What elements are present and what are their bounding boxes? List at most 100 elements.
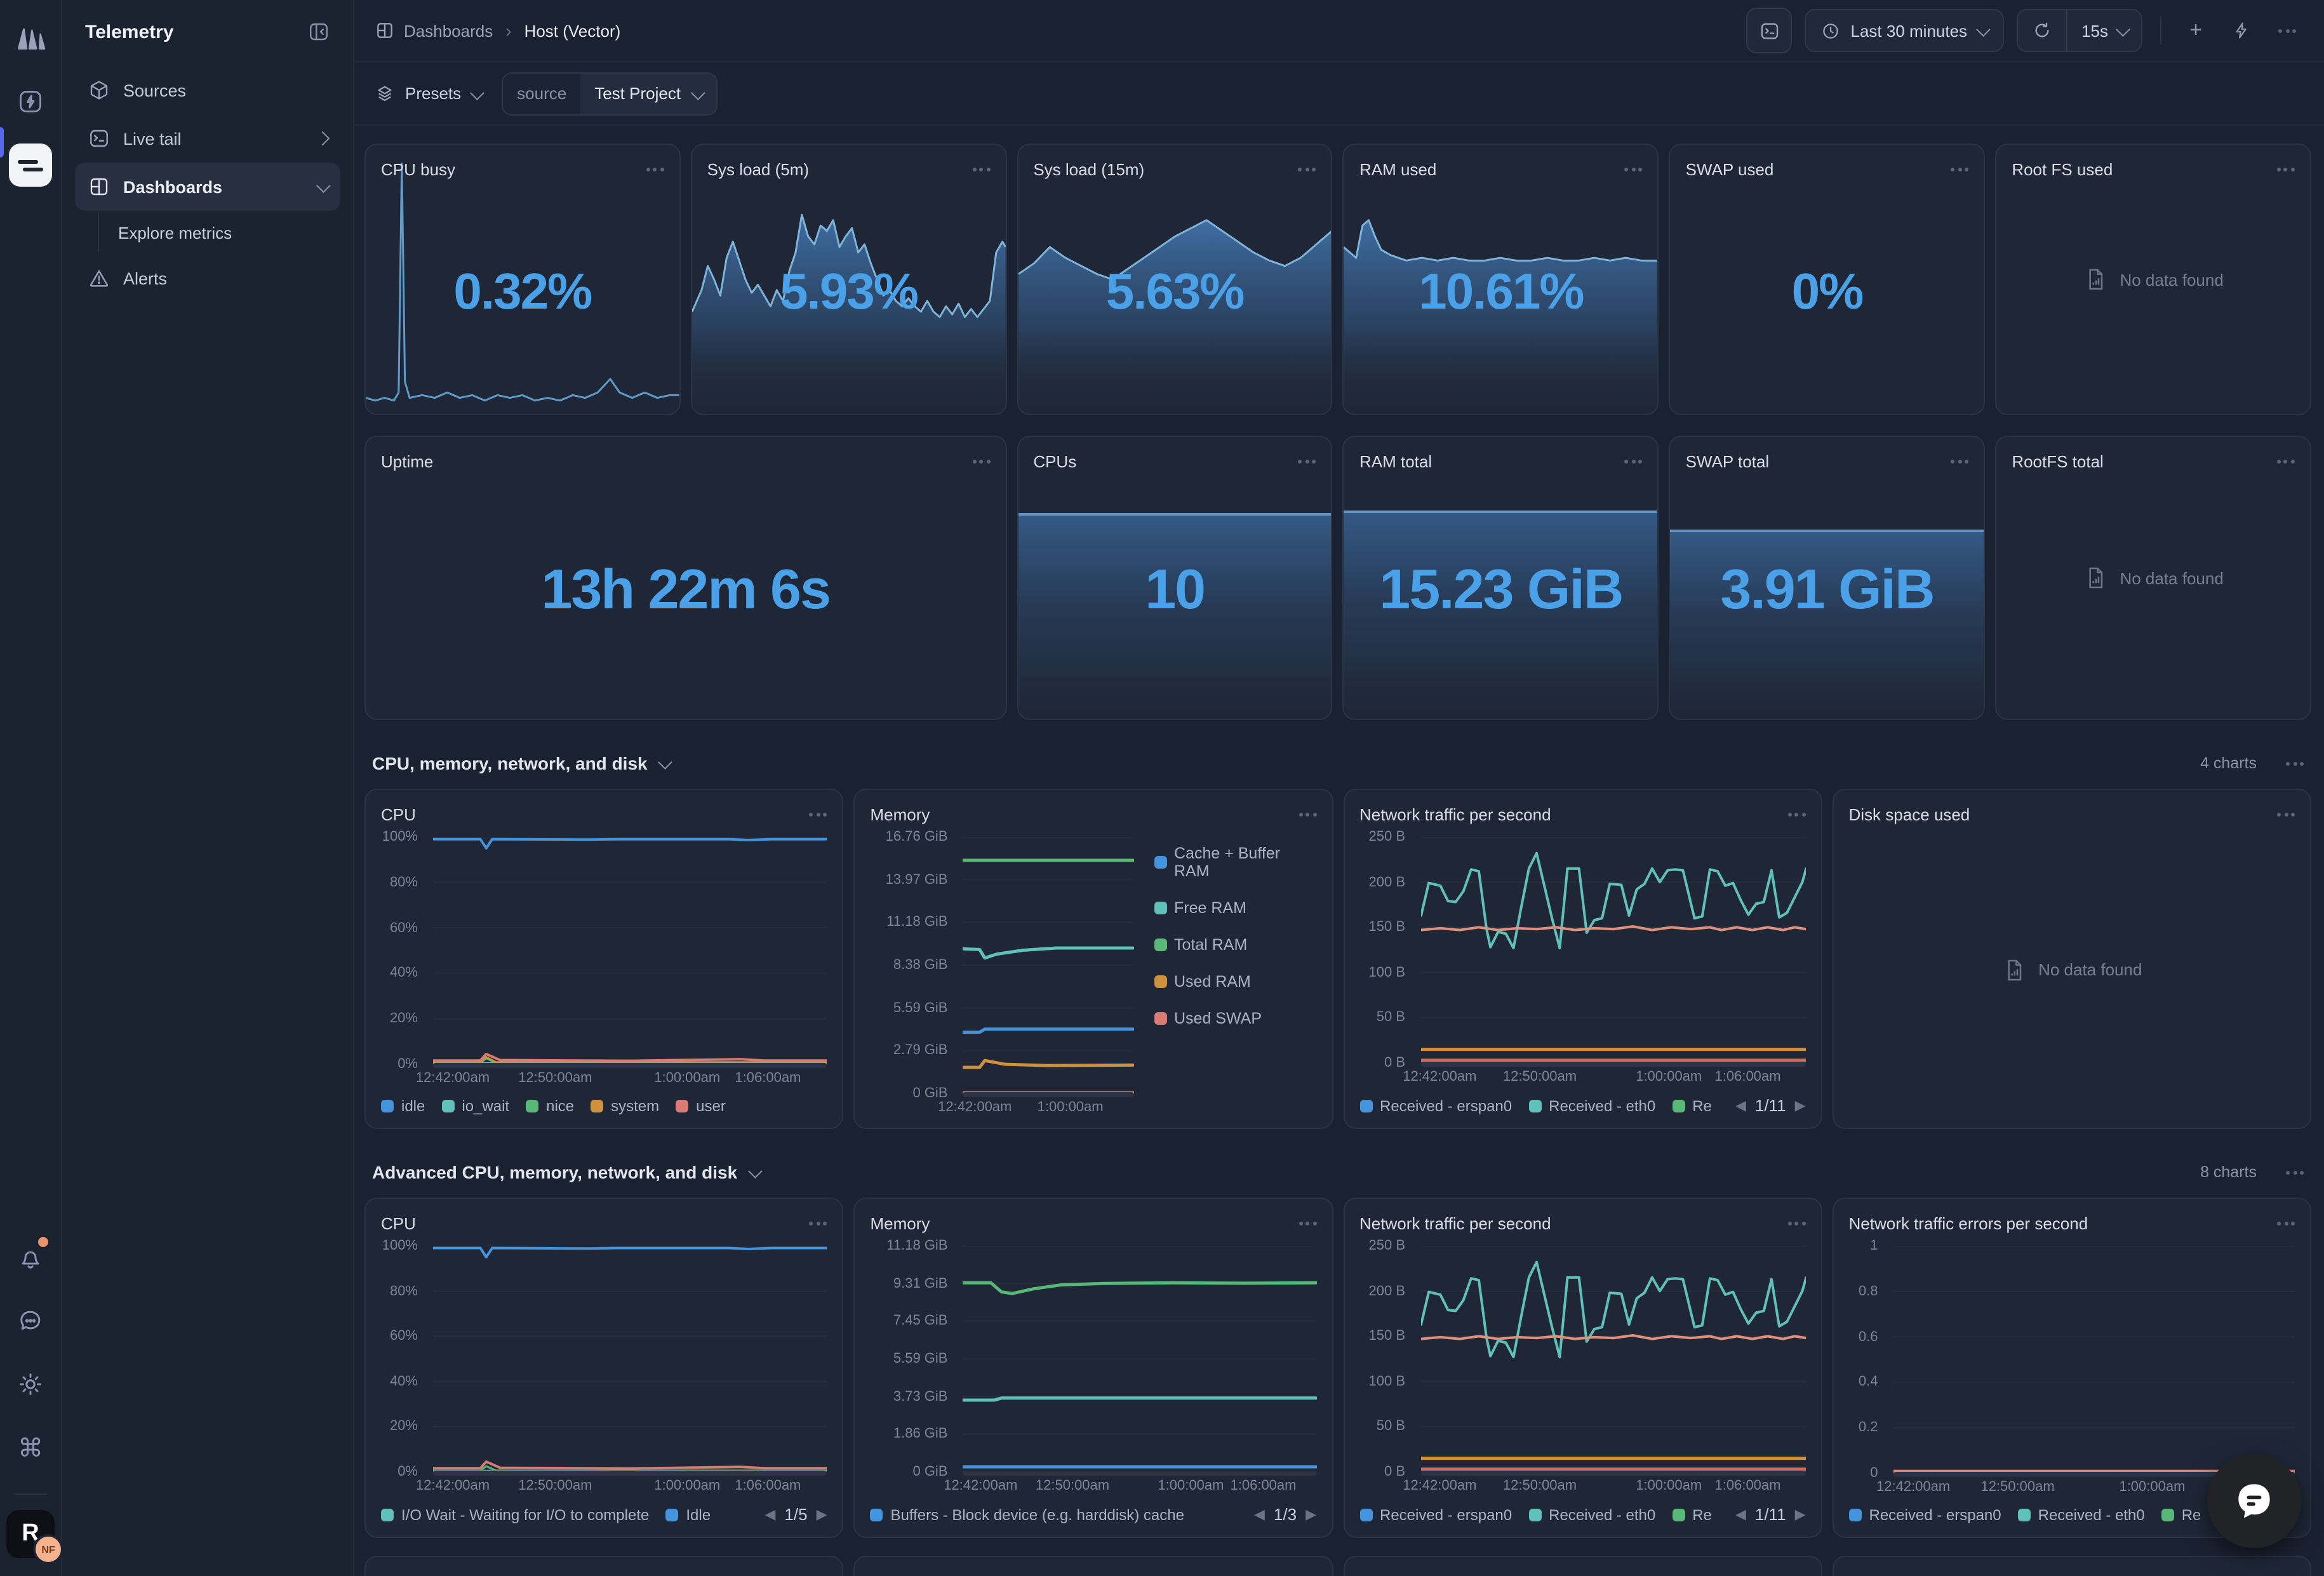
sidebar-collapse-icon[interactable] [307, 20, 330, 43]
legend-item[interactable]: user [676, 1097, 726, 1115]
plot-area[interactable] [1420, 837, 1806, 1063]
legend-item[interactable]: Re [2161, 1506, 2201, 1524]
legend-item[interactable]: Received - eth0 [1528, 1097, 1655, 1114]
legend-pager[interactable]: ◀1/11▶ [1735, 1505, 1806, 1524]
legend-item[interactable]: Total RAM [1154, 936, 1316, 954]
more-menu-icon[interactable] [1788, 1217, 1806, 1231]
section-title[interactable]: CPU, memory, network, and disk [372, 753, 648, 773]
chevron-down-icon[interactable] [747, 1164, 762, 1179]
legend-item[interactable]: Re [1672, 1506, 1712, 1523]
more-menu-icon[interactable] [1951, 455, 1968, 469]
legend-item[interactable]: I/O Wait - Waiting for I/O to complete [381, 1506, 649, 1523]
add-panel-button[interactable]: + [2179, 14, 2212, 47]
legend-pager[interactable]: ◀1/3▶ [1254, 1505, 1316, 1524]
events-bolt-icon[interactable] [8, 79, 53, 124]
more-menu-icon[interactable] [1951, 163, 1968, 177]
more-menu-icon[interactable] [2271, 9, 2304, 52]
legend-pager[interactable]: ◀1/5▶ [765, 1505, 827, 1524]
section-title[interactable]: Advanced CPU, memory, network, and disk [372, 1162, 737, 1182]
y-tick-label: 200 B [1369, 874, 1406, 890]
legend-item[interactable]: Received - erspan0 [1359, 1506, 1512, 1523]
x-tick-label: 12:42:00am [1403, 1069, 1476, 1085]
plot-area[interactable] [963, 1246, 1317, 1472]
legend-item[interactable]: nice [526, 1097, 574, 1115]
sidebar-item-explore-metrics[interactable]: Explore metrics [99, 211, 340, 254]
refresh-button[interactable] [2018, 10, 2066, 51]
legend-item[interactable]: Idle [665, 1506, 711, 1523]
legend-item[interactable]: system [591, 1097, 659, 1115]
telemetry-active-tile[interactable] [8, 142, 53, 188]
refresh-interval-select[interactable]: 15s [2066, 10, 2141, 51]
stat-value: 10.61% [1344, 157, 1658, 415]
presets-dropdown[interactable]: Presets [375, 83, 481, 104]
legend-item[interactable]: Cache + Buffer RAM [1154, 845, 1316, 880]
more-menu-icon[interactable] [646, 163, 664, 177]
plot-area[interactable] [433, 1246, 827, 1472]
sidebar-item-sources[interactable]: Sources [75, 66, 340, 114]
plot-area[interactable] [1893, 1246, 2295, 1473]
time-range-picker[interactable]: Last 30 minutes [1805, 9, 2005, 52]
legend-item[interactable]: idle [381, 1097, 425, 1115]
more-menu-icon[interactable] [1299, 163, 1316, 177]
y-tick-label: 1.86 GiB [893, 1427, 948, 1442]
plot-area[interactable] [963, 837, 1134, 1093]
alert-bolt-button[interactable] [2225, 14, 2258, 47]
pager-count: 1/3 [1274, 1505, 1297, 1524]
more-menu-icon[interactable] [2277, 1217, 2295, 1231]
kiosk-terminal-button[interactable] [1747, 8, 1793, 53]
y-tick-label: 100% [382, 829, 418, 845]
sidebar-item-dashboards[interactable]: Dashboards [75, 163, 340, 211]
legend-item[interactable]: Used RAM [1154, 973, 1316, 991]
legend-item[interactable]: Received - erspan0 [1849, 1506, 2001, 1524]
timeseries-chart: 100%80%60%40%20%0% 12:42:00am12:50:00am1… [381, 1233, 827, 1524]
more-menu-icon[interactable] [1299, 455, 1316, 469]
x-tick-label: 1:00:00am [1636, 1478, 1702, 1493]
legend-item[interactable]: Re [1672, 1097, 1712, 1114]
legend-pager[interactable]: ◀1/11▶ [1735, 1096, 1806, 1115]
source-filter-value: Test Project [594, 84, 681, 103]
y-tick-label: 2.79 GiB [893, 1043, 948, 1058]
chevron-down-icon[interactable] [658, 755, 672, 770]
more-menu-icon[interactable] [810, 808, 827, 822]
legend-item[interactable]: Buffers - Block device (e.g. harddisk) c… [871, 1506, 1184, 1523]
more-menu-icon[interactable] [2286, 1165, 2304, 1179]
sidebar-item-live-tail[interactable]: Live tail [75, 114, 340, 163]
more-menu-icon[interactable] [1299, 1217, 1316, 1231]
legend-item[interactable]: Received - eth0 [2018, 1506, 2145, 1524]
more-menu-icon[interactable] [1299, 808, 1316, 822]
more-menu-icon[interactable] [1625, 455, 1643, 469]
y-tick-label: 80% [390, 875, 418, 890]
shortcuts-command-icon[interactable]: ⌘ [8, 1425, 53, 1471]
legend-item[interactable]: Free RAM [1154, 899, 1316, 917]
app-logo-icon[interactable] [8, 15, 53, 61]
more-menu-icon[interactable] [1788, 808, 1806, 822]
legend-item[interactable]: io_wait [441, 1097, 509, 1115]
support-chat-fab[interactable] [2207, 1454, 2301, 1548]
sidebar-item-alerts[interactable]: Alerts [75, 254, 340, 302]
more-menu-icon[interactable] [2277, 455, 2295, 469]
breadcrumb-dashboards[interactable]: Dashboards [375, 20, 493, 41]
x-tick-label: 12:42:00am [1876, 1479, 1950, 1495]
legend-item[interactable]: Received - erspan0 [1359, 1097, 1512, 1114]
section-header-basic: CPU, memory, network, and disk 4 charts [372, 753, 2304, 773]
legend-item[interactable]: Received - eth0 [1528, 1506, 1655, 1523]
more-menu-icon[interactable] [972, 163, 990, 177]
no-data-chart: No data found [1849, 824, 2295, 1115]
more-menu-icon[interactable] [972, 455, 990, 469]
x-tick-label: 12:42:00am [416, 1478, 490, 1493]
more-menu-icon[interactable] [2277, 163, 2295, 177]
plot-area[interactable] [433, 837, 827, 1064]
stat-row-2: Uptime 13h 22m 6s CPUs 10 RAM total 15.2… [364, 436, 2311, 720]
more-menu-icon[interactable] [2277, 808, 2295, 822]
legend-item[interactable]: Used SWAP [1154, 1010, 1316, 1027]
source-filter[interactable]: source Test Project [502, 72, 718, 115]
plot-area[interactable] [1420, 1246, 1806, 1472]
workspace-avatar[interactable]: R NF [6, 1510, 55, 1558]
more-menu-icon[interactable] [2286, 756, 2304, 770]
feedback-chat-icon[interactable] [8, 1298, 53, 1344]
theme-sun-icon[interactable] [8, 1361, 53, 1407]
x-axis: 12:42:00am12:50:00am1:00:00am1:06:00am [1420, 1063, 1806, 1085]
more-menu-icon[interactable] [1625, 163, 1643, 177]
notifications-bell-icon[interactable] [8, 1234, 53, 1280]
more-menu-icon[interactable] [810, 1217, 827, 1231]
